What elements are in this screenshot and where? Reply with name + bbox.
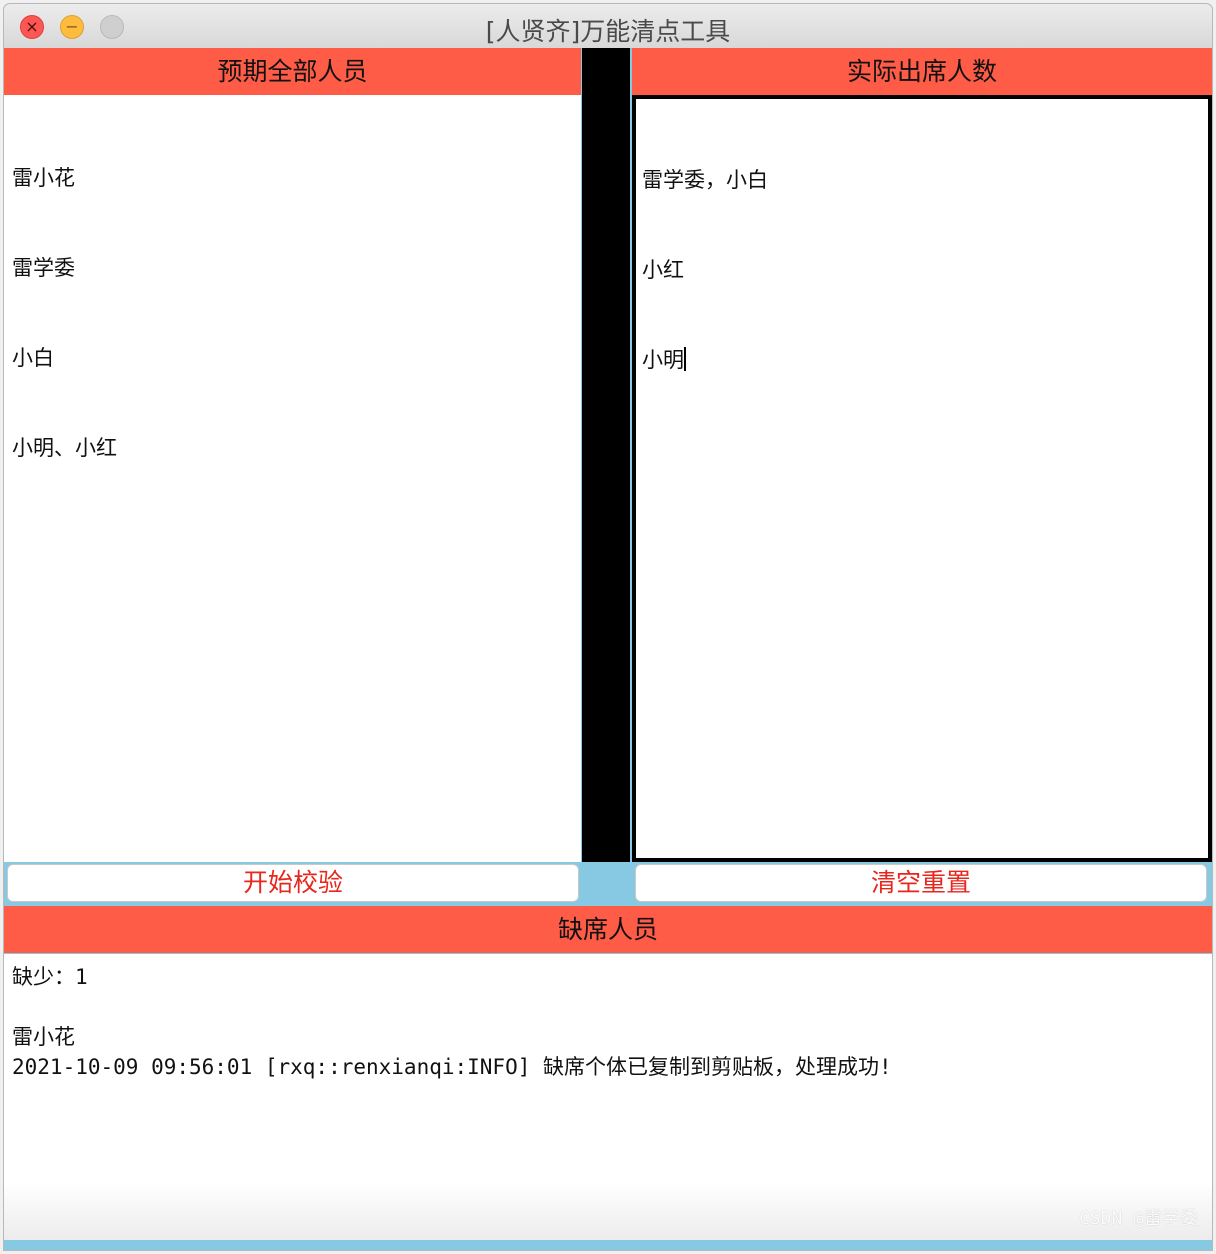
expected-text-area[interactable]: 雷小花 雷学委 小白 小明、小红 bbox=[4, 95, 581, 862]
expected-line: 雷学委 bbox=[12, 256, 75, 280]
result-line: 2021-10-09 09:56:01 [rxq::renxianqi:INFO… bbox=[12, 1055, 892, 1079]
expected-line: 雷小花 bbox=[12, 166, 75, 190]
result-line: 缺少：1 bbox=[12, 965, 88, 989]
actual-line-text: 小明 bbox=[642, 348, 684, 372]
actual-line: 雷学委，小白 bbox=[642, 168, 768, 192]
text-cursor bbox=[684, 347, 686, 371]
watermark: CSDN @雷学委 bbox=[1078, 1208, 1198, 1229]
expected-line: 小白 bbox=[12, 346, 54, 370]
result-text-area[interactable]: 缺少：1 雷小花 2021-10-09 09:56:01 [rxq::renxi… bbox=[4, 954, 1212, 1240]
app-window: × − [人贤齐]万能清点工具 预期全部人员 雷小花 雷学委 小白 小明、小红 … bbox=[4, 4, 1212, 1250]
clear-reset-button[interactable]: 清空重置 bbox=[635, 864, 1207, 902]
window-title: [人贤齐]万能清点工具 bbox=[485, 17, 731, 46]
actual-text-area[interactable]: 雷学委，小白 小红 小明 bbox=[632, 95, 1212, 862]
actual-header: 实际出席人数 bbox=[632, 48, 1212, 95]
absent-header: 缺席人员 bbox=[4, 906, 1212, 953]
actual-line: 小明 bbox=[642, 345, 1202, 375]
result-line: 雷小花 bbox=[12, 1025, 75, 1049]
actual-line: 小红 bbox=[642, 258, 684, 282]
expected-header: 预期全部人员 bbox=[4, 48, 581, 95]
panel-divider bbox=[582, 48, 630, 862]
result-line bbox=[12, 992, 1204, 1022]
start-check-button[interactable]: 开始校验 bbox=[7, 864, 579, 902]
expected-line: 小明、小红 bbox=[12, 436, 117, 460]
title-bar: × − [人贤齐]万能清点工具 bbox=[4, 4, 1212, 49]
